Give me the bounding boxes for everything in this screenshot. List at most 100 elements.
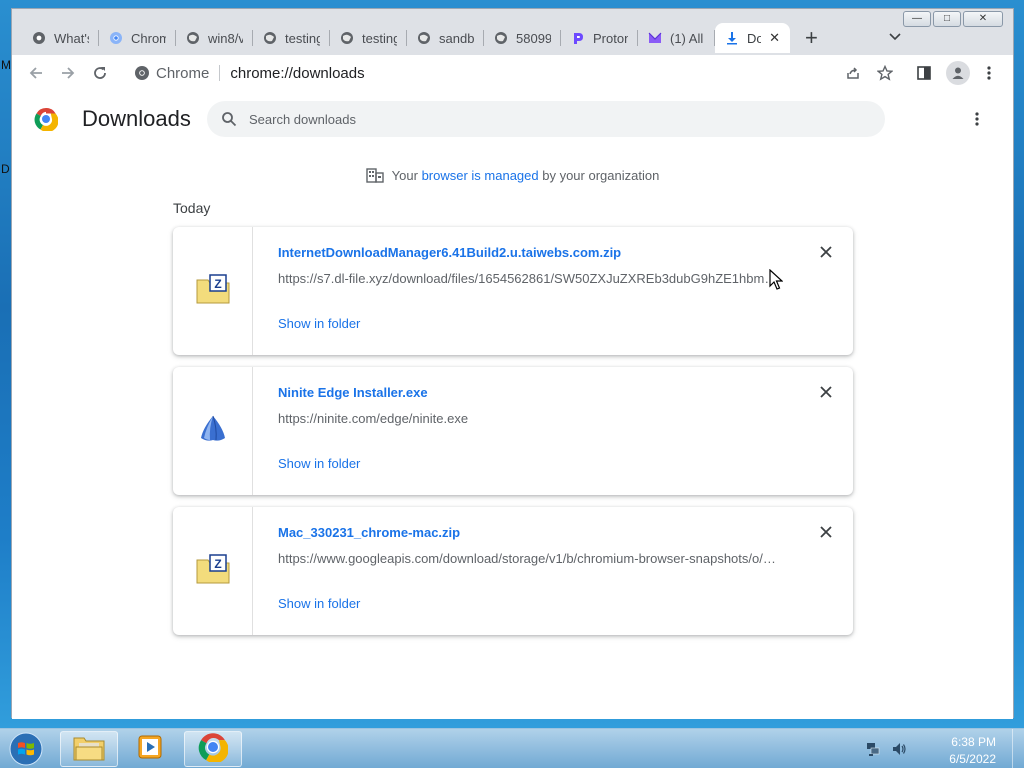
tab-title: 58099 bbox=[516, 30, 551, 46]
start-button[interactable] bbox=[6, 731, 46, 767]
site-label: Chrome bbox=[156, 64, 210, 82]
chromium-globe-icon bbox=[32, 31, 46, 45]
zip-folder-icon: Z bbox=[196, 553, 230, 589]
proton-icon bbox=[571, 31, 585, 45]
desktop-icon-label: M bbox=[1, 58, 11, 72]
file-icon-column: Z bbox=[173, 507, 253, 635]
taskbar-explorer-button[interactable] bbox=[60, 731, 118, 767]
reload-icon[interactable] bbox=[88, 61, 112, 85]
share-icon[interactable] bbox=[844, 64, 862, 82]
search-icon bbox=[221, 111, 237, 127]
taskbar-clock[interactable]: 6:38 PM 6/5/2022 bbox=[949, 734, 996, 768]
more-actions-icon[interactable] bbox=[967, 109, 987, 129]
media-player-icon bbox=[136, 733, 164, 766]
search-bar[interactable] bbox=[207, 101, 885, 137]
managed-link[interactable]: browser is managed bbox=[422, 168, 539, 183]
managed-text-prefix: Your bbox=[391, 167, 422, 183]
clock-date: 6/5/2022 bbox=[949, 752, 996, 766]
globe-icon bbox=[340, 31, 354, 45]
side-panel-icon[interactable] bbox=[915, 64, 933, 82]
show-desktop-button[interactable] bbox=[1012, 729, 1024, 768]
tab-title: (1) All bbox=[670, 30, 704, 46]
download-filename-link[interactable]: InternetDownloadManager6.41Build2.u.taiw… bbox=[278, 245, 621, 260]
tab-title: Chrom bbox=[131, 30, 166, 46]
building-icon bbox=[365, 167, 384, 186]
chrome-logo-icon bbox=[198, 732, 229, 767]
folder-icon bbox=[73, 733, 105, 766]
chrome-logo-icon bbox=[109, 31, 123, 45]
close-window-button[interactable]: ✕ bbox=[963, 11, 1003, 27]
page-title: Downloads bbox=[82, 106, 191, 131]
tab-whats[interactable]: What's bbox=[22, 23, 99, 53]
volume-icon[interactable] bbox=[891, 741, 907, 760]
globe-icon bbox=[186, 31, 200, 45]
tab-testing-2[interactable]: testing bbox=[330, 23, 407, 53]
date-group-label: Today bbox=[173, 200, 211, 216]
downloads-header: Downloads bbox=[12, 91, 1013, 147]
back-arrow-icon[interactable] bbox=[24, 61, 48, 85]
managed-notice: Your browser is managed by your organiza… bbox=[12, 167, 1013, 186]
tab-title: Proton bbox=[593, 30, 628, 46]
tab-chrome[interactable]: Chrom bbox=[99, 23, 176, 53]
remove-download-icon[interactable] bbox=[817, 383, 835, 401]
download-filename-link[interactable]: Ninite Edge Installer.exe bbox=[278, 385, 428, 400]
tab-title: testing bbox=[362, 30, 397, 46]
tab-strip: What's Chrom win8/v testing bbox=[22, 23, 790, 53]
ninite-icon bbox=[198, 414, 228, 449]
show-in-folder-link[interactable]: Show in folder bbox=[278, 456, 360, 471]
browser-toolbar: Chrome chrome://downloads bbox=[12, 55, 1013, 91]
remove-download-icon[interactable] bbox=[817, 243, 835, 261]
system-tray bbox=[865, 741, 907, 760]
zip-folder-icon: Z bbox=[196, 273, 230, 309]
forward-arrow-icon[interactable] bbox=[56, 61, 80, 85]
tab-all-mail[interactable]: (1) All bbox=[638, 23, 715, 53]
download-item: Z Mac_330231_chrome-mac.zip https://www.… bbox=[173, 507, 853, 635]
new-tab-button[interactable]: + bbox=[805, 26, 818, 50]
download-source-url[interactable]: https://www.googleapis.com/download/stor… bbox=[278, 551, 778, 566]
download-source-url[interactable]: https://s7.dl-file.xyz/download/files/16… bbox=[278, 271, 778, 286]
taskbar-chrome-button[interactable] bbox=[184, 731, 242, 767]
close-tab-icon[interactable]: ✕ bbox=[769, 30, 780, 46]
download-item: Ninite Edge Installer.exe https://ninite… bbox=[173, 367, 853, 495]
taskbar-media-player-button[interactable] bbox=[121, 731, 179, 767]
address-bar[interactable]: Chrome chrome://downloads bbox=[124, 59, 894, 87]
url-text: chrome://downloads bbox=[230, 64, 365, 82]
download-filename-link[interactable]: Mac_330231_chrome-mac.zip bbox=[278, 525, 460, 540]
tab-win8[interactable]: win8/v bbox=[176, 23, 253, 53]
maximize-button[interactable]: □ bbox=[933, 11, 961, 27]
desktop-icon-label: D bbox=[1, 162, 10, 176]
tab-sandbox[interactable]: sandbo bbox=[407, 23, 484, 53]
search-input[interactable] bbox=[249, 111, 809, 127]
tab-title: win8/v bbox=[208, 30, 243, 46]
chrome-site-icon bbox=[134, 65, 150, 85]
window-controls: — □ ✕ bbox=[903, 11, 1003, 27]
tab-title: sandbo bbox=[439, 30, 474, 46]
file-icon-column: Z bbox=[173, 227, 253, 355]
tab-search-chevron-icon[interactable] bbox=[889, 30, 901, 44]
download-source-url[interactable]: https://ninite.com/edge/ninite.exe bbox=[278, 411, 778, 426]
tab-proton[interactable]: Proton bbox=[561, 23, 638, 53]
chrome-logo-icon bbox=[34, 107, 59, 133]
chrome-window: — □ ✕ What's Chrom win8/v bbox=[11, 8, 1014, 719]
tab-title: Do bbox=[747, 30, 762, 46]
file-icon-column bbox=[173, 367, 253, 495]
profile-avatar-icon[interactable] bbox=[946, 61, 970, 85]
tab-testing-1[interactable]: testing bbox=[253, 23, 330, 53]
show-in-folder-link[interactable]: Show in folder bbox=[278, 596, 360, 611]
proton-mail-icon bbox=[648, 31, 662, 45]
download-item: Z InternetDownloadManager6.41Build2.u.ta… bbox=[173, 227, 853, 355]
tab-58099[interactable]: 58099 bbox=[484, 23, 561, 53]
show-in-folder-link[interactable]: Show in folder bbox=[278, 316, 360, 331]
bookmark-star-icon[interactable] bbox=[876, 64, 894, 82]
tab-downloads[interactable]: Do ✕ bbox=[715, 23, 790, 53]
clock-time: 6:38 PM bbox=[951, 735, 996, 749]
globe-icon bbox=[417, 31, 431, 45]
svg-text:Z: Z bbox=[214, 557, 221, 571]
network-icon[interactable] bbox=[865, 741, 881, 760]
tab-title: What's bbox=[54, 30, 89, 46]
mouse-cursor-icon bbox=[769, 268, 784, 296]
remove-download-icon[interactable] bbox=[817, 523, 835, 541]
divider bbox=[219, 65, 221, 81]
minimize-button[interactable]: — bbox=[903, 11, 931, 27]
chrome-menu-icon[interactable] bbox=[980, 64, 998, 82]
